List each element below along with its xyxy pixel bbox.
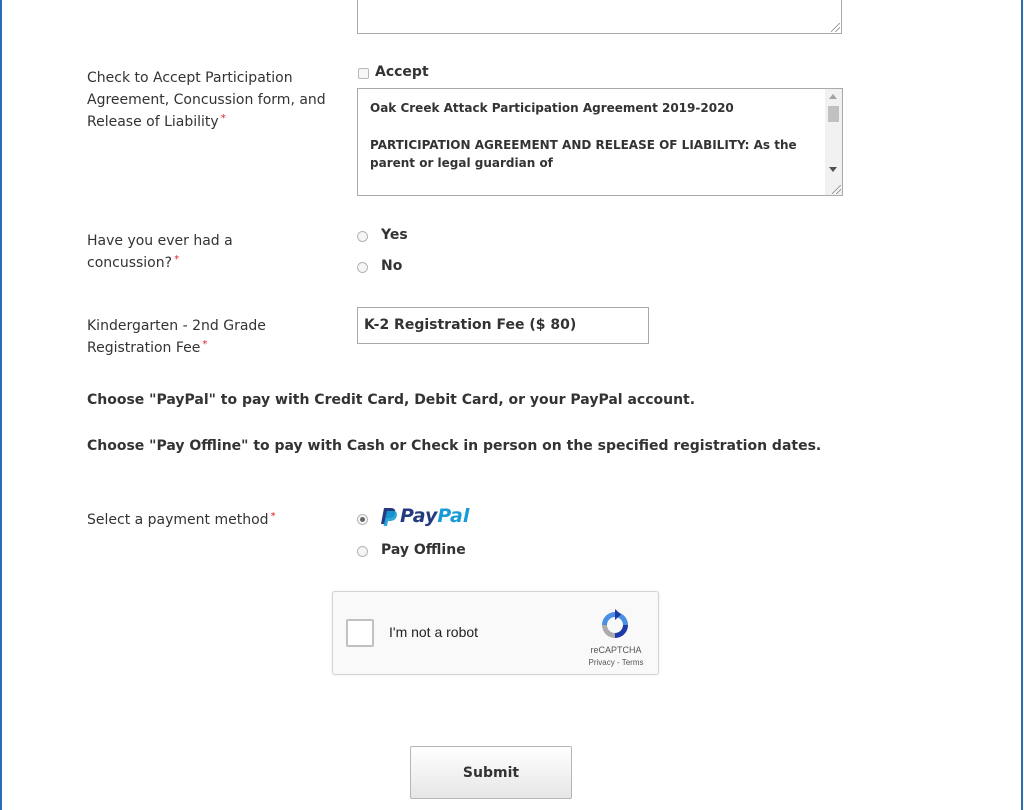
required-marker: * [270,511,276,522]
concussion-no-label: No [381,258,403,274]
previous-textarea[interactable] [357,0,842,34]
required-marker: * [220,113,226,124]
recaptcha-checkbox[interactable] [346,619,374,647]
agreement-title: Oak Creek Attack Participation Agreement… [370,101,734,115]
concussion-yes-radio[interactable] [357,231,368,242]
offline-note: Choose "Pay Offline" to pay with Cash or… [87,438,822,454]
paypal-logo[interactable]: PayPal [381,504,469,528]
participation-label: Check to Accept Participation Agreement,… [87,70,326,130]
concussion-no-radio[interactable] [357,262,368,273]
scroll-down-arrow-icon[interactable] [829,167,837,172]
payment-method-label: Select a payment method * [87,511,276,528]
recaptcha-logo-icon [602,609,628,638]
agreement-scrollbar[interactable] [825,89,842,195]
concussion-label: Have you ever had a concussion? * [87,233,233,271]
resize-grip-icon[interactable] [831,23,840,32]
scroll-up-arrow-icon[interactable] [829,94,837,99]
resize-grip-icon[interactable] [832,185,841,194]
paypal-logo-pal: Pal [437,505,470,527]
accept-label: Accept [375,64,429,80]
recaptcha-label: I'm not a robot [389,624,479,640]
recaptcha-widget: I'm not a robot reCAPTCHA Privacy - Term… [332,591,659,675]
accept-checkbox[interactable] [358,68,369,79]
recaptcha-brand: reCAPTCHA [590,645,642,655]
agreement-body: PARTICIPATION AGREEMENT AND RELEASE OF L… [370,138,797,170]
paypal-logo-pay: Pay [400,505,438,527]
paypal-note: Choose "PayPal" to pay with Credit Card,… [87,392,696,408]
concussion-yes-label: Yes [381,227,408,243]
agreement-textarea[interactable]: Oak Creek Attack Participation Agreement… [357,88,843,196]
registration-fee-field[interactable]: K-2 Registration Fee ($ 80) [357,307,649,344]
agreement-text: Oak Creek Attack Participation Agreement… [370,99,820,191]
fee-label: Kindergarten - 2nd Grade Registration Fe… [87,318,266,356]
pay-offline-label: Pay Offline [381,542,466,558]
required-marker: * [174,254,180,265]
required-marker: * [202,339,208,350]
paypal-radio[interactable] [357,514,368,525]
paypal-mark-icon [381,507,397,526]
submit-button[interactable]: Submit [410,746,572,799]
recaptcha-privacy-terms-link[interactable]: Privacy - Terms [581,658,651,667]
scrollbar-thumb[interactable] [828,106,839,122]
pay-offline-radio[interactable] [357,546,368,557]
